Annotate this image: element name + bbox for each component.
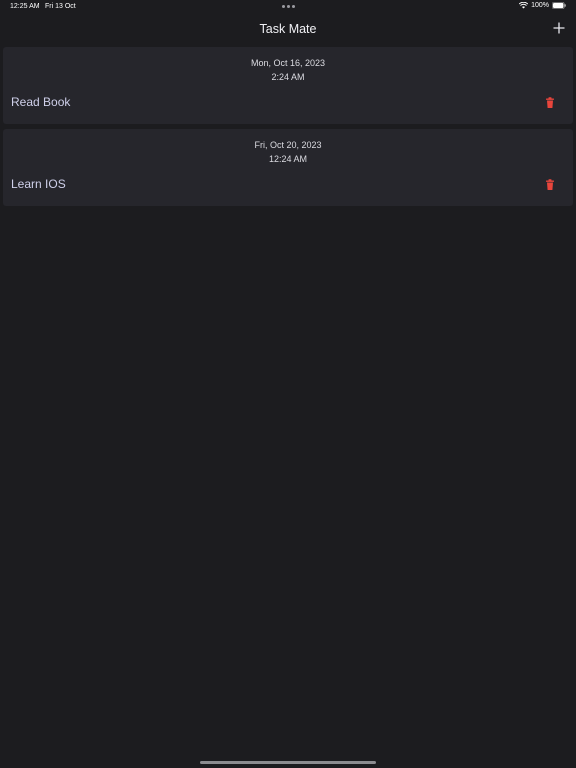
delete-task-button[interactable] [545, 179, 555, 191]
trash-icon [546, 97, 554, 108]
task-date: Fri, Oct 20, 2023 [254, 140, 322, 150]
task-row[interactable]: Fri, Oct 20, 2023 12:24 AM Learn IOS [3, 129, 573, 206]
plus-icon [553, 22, 565, 34]
status-date: Fri 13 Oct [45, 3, 76, 10]
task-date: Mon, Oct 16, 2023 [250, 58, 326, 68]
dot-icon [292, 5, 295, 8]
status-indicators: 100% [519, 2, 566, 9]
delete-task-button[interactable] [545, 97, 555, 109]
battery-percentage: 100% [531, 2, 549, 9]
multitasking-menu[interactable] [282, 5, 295, 8]
task-row[interactable]: Mon, Oct 16, 2023 2:24 AM Read Book [3, 47, 573, 124]
task-time: 2:24 AM [271, 72, 305, 82]
dot-icon [282, 5, 285, 8]
task-list: Mon, Oct 16, 2023 2:24 AM Read Book Fri,… [3, 47, 573, 211]
task-time: 12:24 AM [268, 154, 308, 164]
page-title: Task Mate [259, 22, 317, 36]
battery-icon [552, 2, 566, 9]
dot-icon [287, 5, 290, 8]
navigation-bar: Task Mate [0, 14, 576, 46]
wifi-icon [519, 2, 529, 9]
status-bar: 12:25 AM Fri 13 Oct 100% [0, 0, 576, 14]
status-time: 12:25 AM [10, 3, 40, 10]
add-task-button[interactable] [551, 20, 567, 36]
home-indicator[interactable] [200, 761, 376, 764]
app-screen: 12:25 AM Fri 13 Oct 100% Task Mate Mon, … [0, 0, 576, 768]
task-title: Read Book [11, 95, 71, 109]
task-title: Learn IOS [11, 177, 66, 191]
trash-icon [546, 179, 554, 190]
